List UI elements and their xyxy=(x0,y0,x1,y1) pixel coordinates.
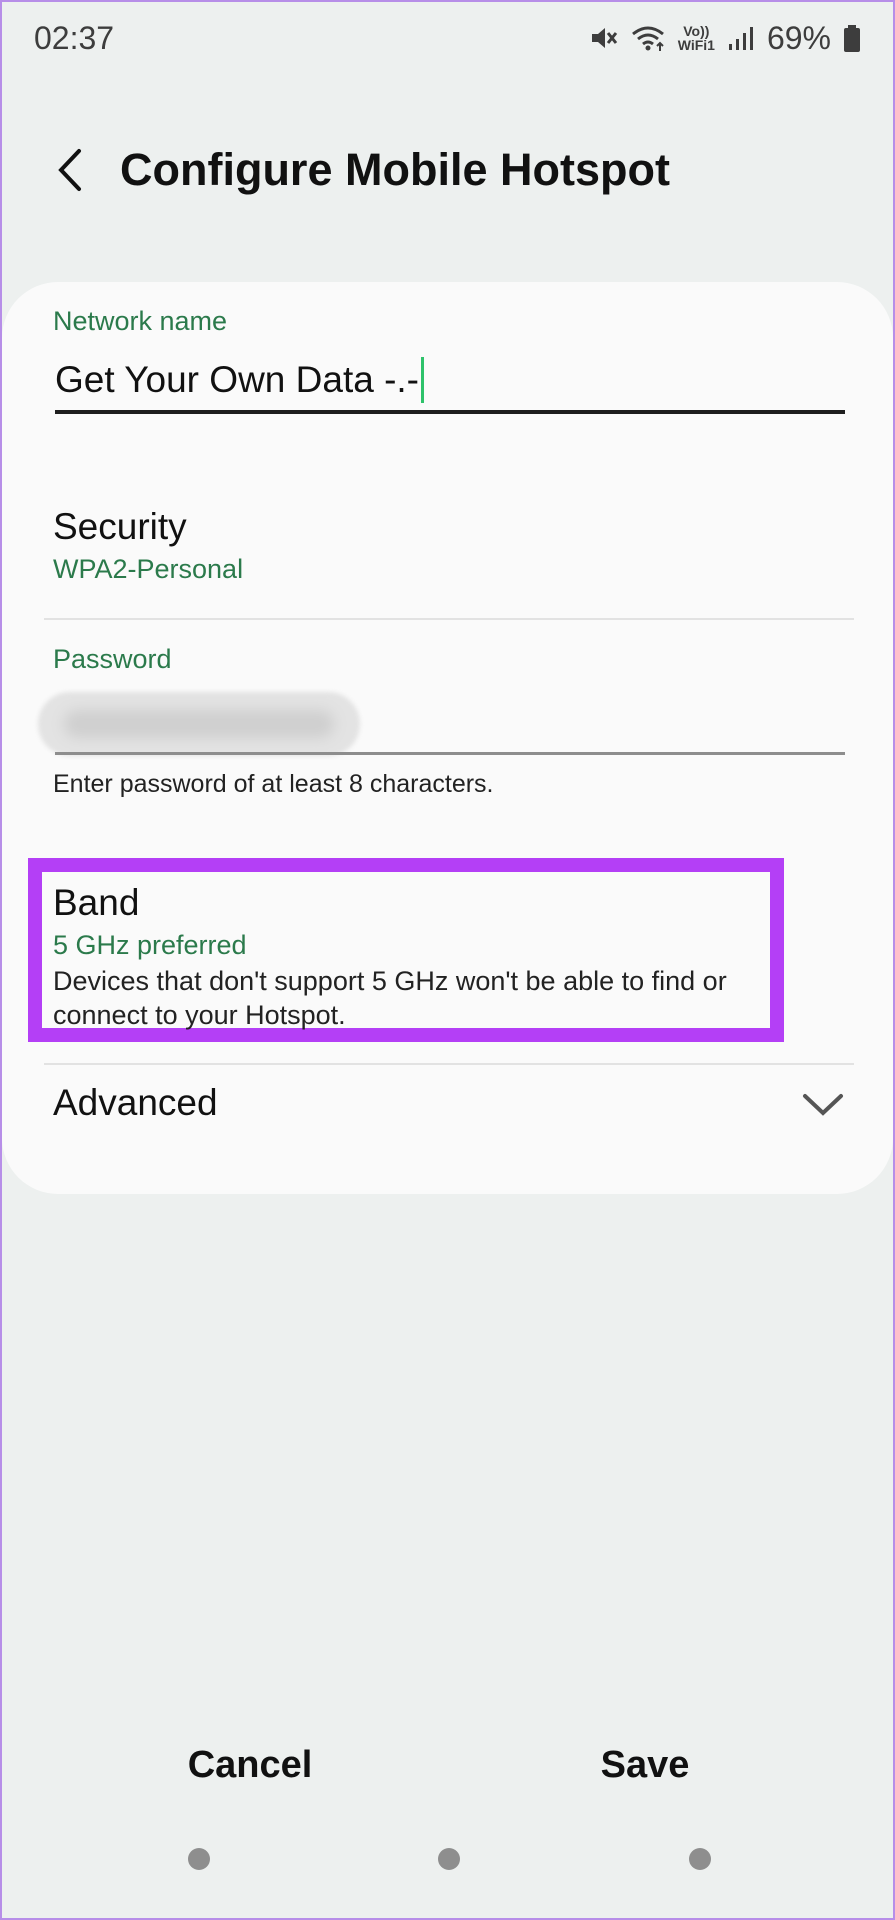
nav-home-button[interactable] xyxy=(438,1848,460,1870)
advanced-row[interactable]: Advanced xyxy=(2,1062,893,1172)
security-value: WPA2-Personal xyxy=(53,554,244,584)
page-title: Configure Mobile Hotspot xyxy=(120,144,670,195)
nav-back-button[interactable] xyxy=(689,1848,711,1870)
network-name-label: Network name xyxy=(53,306,228,336)
nav-recents-button[interactable] xyxy=(188,1848,210,1870)
status-icons: Vo)) WiFi1 69% xyxy=(588,20,861,57)
network-name-value: Get Your Own Data -.- xyxy=(55,359,420,400)
password-underline xyxy=(55,752,845,755)
advanced-label: Advanced xyxy=(53,1082,218,1123)
back-button[interactable] xyxy=(40,140,100,200)
cancel-button[interactable]: Cancel xyxy=(100,1730,400,1800)
navigation-bar xyxy=(0,1848,895,1878)
password-helper-text: Enter password of at least 8 characters. xyxy=(53,770,494,798)
network-name-underline xyxy=(55,410,845,414)
security-title: Security xyxy=(53,506,187,547)
text-cursor xyxy=(421,357,425,403)
band-description: Devices that don't support 5 GHz won't b… xyxy=(53,966,727,1030)
save-button[interactable]: Save xyxy=(495,1730,795,1800)
divider xyxy=(44,618,854,620)
chevron-left-icon xyxy=(58,149,81,191)
battery-percent: 69% xyxy=(766,19,831,56)
band-title: Band xyxy=(53,882,140,923)
signal-icon xyxy=(727,24,755,52)
chevron-down-icon xyxy=(803,1094,843,1116)
settings-card: Network name Get Your Own Data -.- Secur… xyxy=(2,282,893,1194)
network-name-input[interactable]: Get Your Own Data -.- xyxy=(55,350,845,410)
vowifi-bottom-label: WiFi1 xyxy=(677,37,715,53)
app-header: Configure Mobile Hotspot xyxy=(0,120,895,220)
band-value: 5 GHz preferred xyxy=(53,930,247,960)
password-label: Password xyxy=(53,644,172,674)
bottom-actions: Cancel Save xyxy=(0,1730,895,1800)
password-blurred-value xyxy=(38,692,360,756)
status-bar: 02:37 Vo)) WiFi1 69% xyxy=(0,0,895,76)
mute-icon xyxy=(588,23,618,53)
wifi-icon xyxy=(630,23,666,53)
vowifi-icon: Vo)) WiFi1 xyxy=(678,24,715,52)
battery-icon xyxy=(843,23,861,53)
status-time: 02:37 xyxy=(34,19,115,56)
security-row[interactable]: Security WPA2-Personal xyxy=(2,492,893,612)
